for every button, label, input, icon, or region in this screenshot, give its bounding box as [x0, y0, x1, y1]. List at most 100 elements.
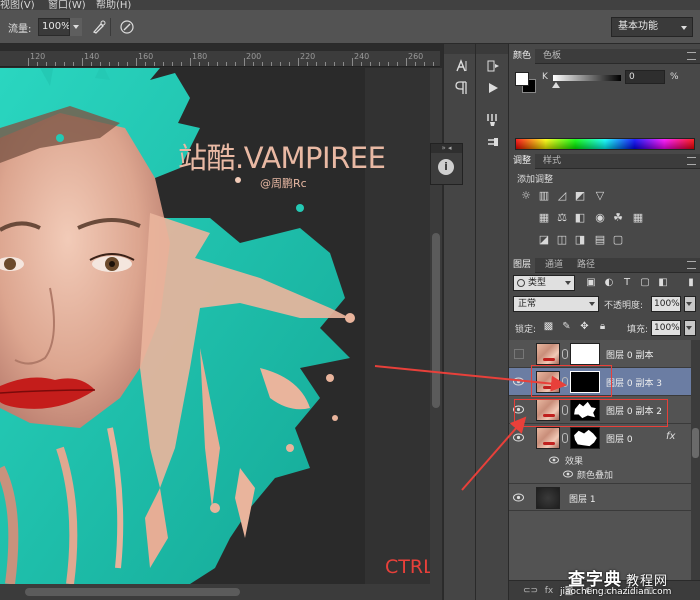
airbrush-icon[interactable] [90, 19, 108, 35]
paragraph-panel-icon[interactable] [449, 80, 473, 100]
lock-all-icon[interactable]: 🔒︎ [597, 321, 608, 332]
foreground-color-swatch[interactable] [515, 72, 529, 86]
hue-saturation-icon[interactable]: ▦ [537, 212, 551, 224]
shape-filter-icon[interactable]: ▢ [639, 277, 651, 289]
tab-paths[interactable]: 路径 [573, 258, 599, 273]
posterize-icon[interactable]: ◫ [555, 234, 569, 246]
ruler-tick [433, 62, 434, 66]
canvas-horizontal-thumb[interactable] [25, 588, 240, 596]
vibrance-icon[interactable]: ▽ [593, 190, 607, 202]
tab-layers[interactable]: 图层 [509, 258, 536, 273]
pixel-filter-icon[interactable]: ▣ [585, 277, 597, 289]
history-panel-icon[interactable] [481, 58, 505, 78]
adjustments-panel-menu-icon[interactable] [687, 157, 696, 165]
layer-list-scroll-thumb[interactable] [692, 428, 699, 458]
black-white-icon[interactable]: ◧ [573, 212, 587, 224]
photo-filter-icon[interactable]: ◉ [593, 212, 607, 224]
k-value-input[interactable]: 0 [625, 70, 665, 84]
tab-channels[interactable]: 通道 [541, 258, 567, 273]
k-channel-label: K [542, 72, 548, 82]
opacity-input[interactable]: 100% [651, 296, 681, 312]
clone-source-panel-icon[interactable] [481, 134, 505, 154]
menu-window[interactable]: 窗口(W) [48, 0, 86, 10]
tab-color[interactable]: 颜色 [509, 49, 536, 64]
eye-icon[interactable] [563, 470, 573, 478]
info-icon[interactable]: i [438, 159, 454, 175]
layer-mask-thumbnail[interactable] [570, 427, 600, 449]
gradient-map-icon[interactable]: ▤ [593, 234, 607, 246]
filter-toggle-icon[interactable]: ▮ [685, 277, 697, 289]
layers-panel-menu-icon[interactable] [687, 261, 696, 269]
layer-name[interactable]: 图层 1 [569, 492, 596, 505]
pen-pressure-icon[interactable] [118, 19, 136, 35]
color-lookup-icon[interactable]: ▦ [631, 212, 645, 224]
menu-view[interactable]: 视图(V) [0, 0, 35, 10]
curves-icon[interactable]: ◿ [555, 190, 569, 202]
link-icon[interactable] [562, 433, 568, 443]
ruler-tick [316, 62, 317, 66]
layer-name[interactable]: 图层 0 [606, 432, 633, 445]
ruler-tick [244, 58, 245, 66]
blend-mode-select[interactable]: 正常 [513, 296, 599, 312]
ruler-tick [190, 58, 191, 66]
tab-swatches[interactable]: 色板 [539, 49, 565, 64]
channel-mixer-icon[interactable]: ☘ [611, 212, 625, 224]
layer-mask-thumbnail[interactable] [570, 343, 600, 365]
ruler-tick [181, 62, 182, 66]
watermark-url: jiaocheng.chazidian.com [560, 587, 672, 597]
fill-input[interactable]: 100% [651, 320, 681, 336]
tab-adjustments[interactable]: 调整 [509, 154, 536, 169]
layer-name[interactable]: 图层 0 副本 3 [606, 376, 662, 389]
layer-name[interactable]: 图层 0 副本 [606, 348, 653, 361]
k-channel-slider[interactable] [553, 75, 621, 81]
layer-row[interactable]: 图层 0 fx [509, 424, 691, 452]
eye-icon[interactable] [513, 493, 524, 502]
k-unit-label: % [670, 72, 679, 82]
invert-icon[interactable]: ◪ [537, 234, 551, 246]
eye-icon[interactable] [513, 433, 524, 442]
workspace-select[interactable]: 基本功能 [611, 17, 693, 37]
ruler-label: 240 [354, 52, 370, 61]
levels-icon[interactable]: ▥ [537, 190, 551, 202]
exposure-icon[interactable]: ◩ [573, 190, 587, 202]
link-layers-icon[interactable]: ⊂⊃ [523, 585, 538, 597]
lock-transparent-icon[interactable]: ▩ [543, 321, 554, 332]
color-panel-menu-icon[interactable] [687, 52, 696, 60]
visibility-toggle-empty[interactable] [514, 349, 524, 359]
layer-effects-badge[interactable]: fx [666, 431, 675, 442]
fill-dropdown-button[interactable] [684, 320, 696, 336]
menu-help[interactable]: 帮助(H) [96, 0, 131, 10]
effect-item-row[interactable]: 颜色叠加 [509, 467, 691, 481]
ruler-label: 220 [300, 52, 316, 61]
lock-position-icon[interactable]: ✥ [579, 321, 590, 332]
info-panel-grip[interactable]: » ◂ [431, 144, 462, 153]
brightness-contrast-icon[interactable]: ☼ [519, 190, 533, 202]
brush-panel-icon[interactable] [481, 112, 505, 132]
flow-dropdown-button[interactable] [69, 18, 82, 36]
actions-panel-icon[interactable] [481, 80, 505, 100]
eye-icon[interactable] [513, 377, 524, 386]
layer-list-scrollbar[interactable] [691, 340, 700, 580]
canvas-vertical-thumb[interactable] [432, 233, 440, 408]
color-balance-icon[interactable]: ⚖ [555, 212, 569, 224]
link-icon[interactable] [562, 349, 568, 359]
layer-row[interactable]: 图层 1 [509, 483, 691, 511]
smart-object-filter-icon[interactable]: ◧ [657, 277, 669, 289]
opacity-dropdown-button[interactable] [684, 296, 696, 312]
k-slider-thumb[interactable] [552, 82, 560, 88]
document-canvas[interactable]: 站酷.VAMPIREE @周鹏Rc CTRL+J [0, 68, 430, 584]
tab-styles[interactable]: 样式 [539, 154, 565, 169]
adjustment-filter-icon[interactable]: ◐ [603, 277, 615, 289]
fx-icon[interactable]: fx [543, 585, 555, 597]
eye-icon[interactable] [549, 456, 559, 464]
color-spectrum-ramp[interactable] [515, 138, 695, 150]
type-filter-icon[interactable]: T [621, 277, 633, 289]
lock-image-icon[interactable]: ✎ [561, 321, 572, 332]
info-panel[interactable]: » ◂ i [430, 143, 463, 185]
character-panel-icon[interactable] [449, 58, 473, 78]
selective-color-icon[interactable]: ▢ [611, 234, 625, 246]
canvas-horizontal-scrollbar[interactable] [0, 584, 442, 600]
layer-row[interactable]: 图层 0 副本 [509, 340, 691, 368]
effects-row[interactable]: 效果 [509, 453, 691, 467]
threshold-icon[interactable]: ◨ [573, 234, 587, 246]
